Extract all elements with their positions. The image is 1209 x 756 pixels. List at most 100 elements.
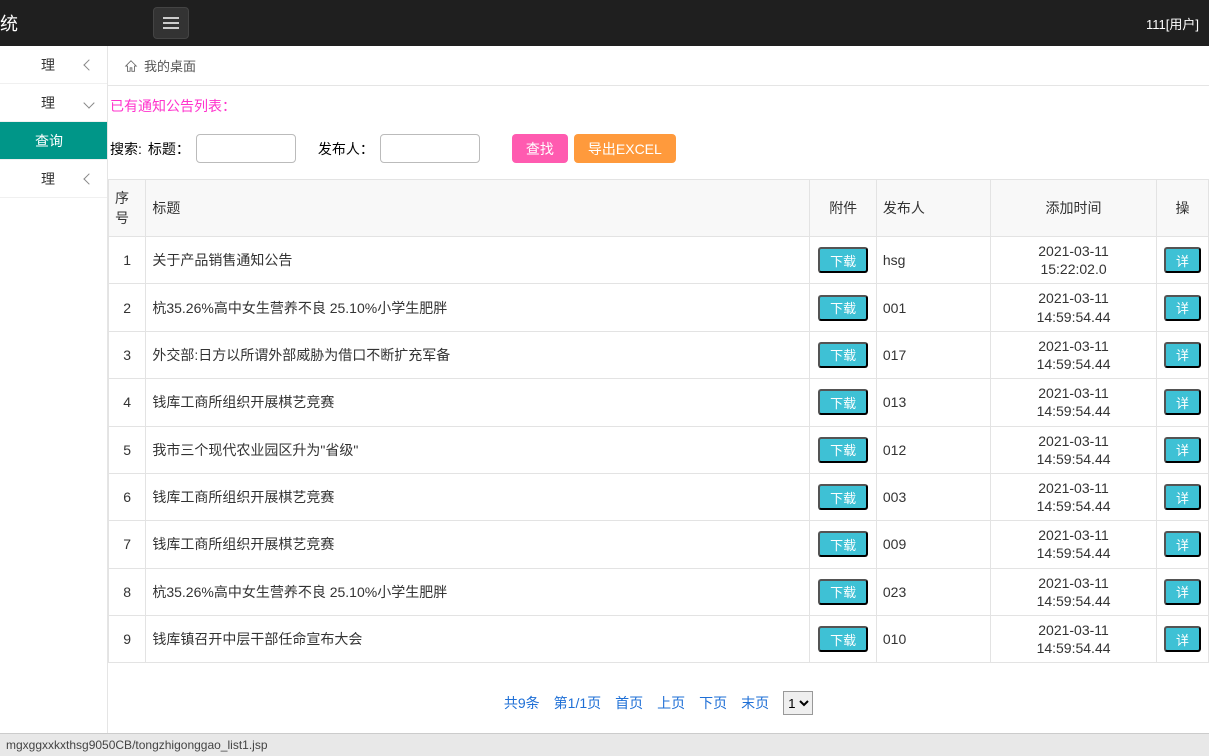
home-icon	[124, 59, 138, 73]
cell-time: 2021-03-1114:59:54.44	[991, 426, 1157, 473]
cell-attach: 下载	[810, 616, 876, 663]
search-button[interactable]: 查找	[512, 134, 568, 163]
cell-title: 钱库工商所组织开展棋艺竞赛	[146, 379, 810, 426]
pager-first[interactable]: 首页	[615, 693, 643, 713]
cell-attach: 下载	[810, 426, 876, 473]
detail-button[interactable]: 详	[1164, 247, 1201, 273]
table-row: 7钱库工商所组织开展棋艺竞赛下载0092021-03-1114:59:54.44…	[109, 521, 1209, 568]
detail-button[interactable]: 详	[1164, 626, 1201, 652]
cell-attach: 下载	[810, 568, 876, 615]
cell-title: 关于产品销售通知公告	[146, 237, 810, 284]
table-row: 2杭35.26%高中女生营养不良 25.10%小学生肥胖下载 0012021-03…	[109, 284, 1209, 331]
sidebar-item-1[interactable]: 理	[0, 84, 107, 122]
pager-prev[interactable]: 上页	[657, 693, 685, 713]
search-row: 搜索: 标题： 发布人： 查找 导出EXCEL	[108, 128, 1209, 179]
detail-button[interactable]: 详	[1164, 342, 1201, 368]
data-table: 序号 标题 附件 发布人 添加时间 操 1关于产品销售通知公告下载hsg2021…	[108, 179, 1209, 663]
sidebar-item-label: 理	[0, 93, 85, 113]
download-button[interactable]: 下载	[818, 531, 868, 557]
cell-title: 杭35.26%高中女生营养不良 25.10%小学生肥胖	[146, 284, 810, 331]
cell-time: 2021-03-1114:59:54.44	[991, 331, 1157, 378]
sidebar-item-0[interactable]: 理	[0, 46, 107, 84]
th-time: 添加时间	[991, 180, 1157, 237]
cell-idx: 8	[109, 568, 146, 615]
cell-title: 钱库工商所组织开展棋艺竞赛	[146, 521, 810, 568]
table-row: 1关于产品销售通知公告下载hsg2021-03-1115:22:02.0详	[109, 237, 1209, 284]
download-button[interactable]: 下载	[818, 247, 868, 273]
cell-op: 详	[1157, 331, 1209, 378]
chevron-down-icon	[83, 97, 94, 108]
download-button[interactable]: 下载	[818, 626, 868, 652]
cell-attach: 下载	[810, 237, 876, 284]
cell-time: 2021-03-1114:59:54.44	[991, 521, 1157, 568]
pager-next[interactable]: 下页	[699, 693, 727, 713]
th-op: 操	[1157, 180, 1209, 237]
sidebar-item-label: 查询	[0, 131, 93, 151]
cell-op: 详	[1157, 284, 1209, 331]
cell-publisher: 003	[876, 473, 990, 520]
cell-time: 2021-03-1114:59:54.44	[991, 284, 1157, 331]
sidebar-item-label: 理	[0, 55, 85, 75]
pager-last[interactable]: 末页	[741, 693, 769, 713]
cell-time: 2021-03-1114:59:54.44	[991, 568, 1157, 615]
detail-button[interactable]: 详	[1164, 437, 1201, 463]
cell-time: 2021-03-1114:59:54.44	[991, 379, 1157, 426]
cell-publisher: 013	[876, 379, 990, 426]
cell-time: 2021-03-1114:59:54.44	[991, 473, 1157, 520]
detail-button[interactable]: 详	[1164, 389, 1201, 415]
sidebar-item-label: 理	[0, 169, 85, 189]
cell-publisher: 023	[876, 568, 990, 615]
menu-toggle-button[interactable]	[153, 7, 189, 39]
cell-op: 详	[1157, 379, 1209, 426]
table-row: 8杭35.26%高中女生营养不良 25.10%小学生肥胖下载 0232021-03…	[109, 568, 1209, 615]
cell-idx: 2	[109, 284, 146, 331]
detail-button[interactable]: 详	[1164, 579, 1201, 605]
app-title: 统	[0, 10, 18, 36]
sidebar: 理理查询理	[0, 46, 108, 756]
cell-attach: 下载	[810, 331, 876, 378]
cell-title: 钱库工商所组织开展棋艺竞赛	[146, 473, 810, 520]
status-bar: mgxggxxkxthsg9050CB/tongzhigonggao_list1…	[0, 733, 1209, 756]
download-button[interactable]: 下载	[818, 579, 868, 605]
cell-title: 钱库镇召开中层干部任命宣布大会	[146, 616, 810, 663]
download-button[interactable]: 下载	[818, 295, 868, 321]
detail-button[interactable]: 详	[1164, 531, 1201, 557]
publisher-input[interactable]	[380, 134, 480, 163]
title-input[interactable]	[196, 134, 296, 163]
th-idx: 序号	[109, 180, 146, 237]
cell-title: 杭35.26%高中女生营养不良 25.10%小学生肥胖	[146, 568, 810, 615]
cell-time: 2021-03-1114:59:54.44	[991, 616, 1157, 663]
cell-publisher: 010	[876, 616, 990, 663]
pager: 共9条 第1/1页 首页 上页 下页 末页 1	[108, 663, 1209, 715]
cell-publisher: 009	[876, 521, 990, 568]
download-button[interactable]: 下载	[818, 342, 868, 368]
cell-idx: 6	[109, 473, 146, 520]
sidebar-item-3[interactable]: 理	[0, 160, 107, 198]
sidebar-item-2[interactable]: 查询	[0, 122, 107, 160]
search-label: 搜索:	[110, 139, 142, 159]
chevron-left-icon	[83, 59, 94, 70]
download-button[interactable]: 下载	[818, 437, 868, 463]
publisher-label: 发布人：	[318, 139, 374, 159]
cell-idx: 4	[109, 379, 146, 426]
chevron-left-icon	[83, 173, 94, 184]
table-row: 6钱库工商所组织开展棋艺竞赛下载 0032021-03-1114:59:54.44…	[109, 473, 1209, 520]
user-info[interactable]: 111[用户]	[1146, 14, 1199, 33]
cell-attach: 下载	[810, 379, 876, 426]
download-button[interactable]: 下载	[818, 484, 868, 510]
detail-button[interactable]: 详	[1164, 295, 1201, 321]
cell-publisher: 001	[876, 284, 990, 331]
cell-op: 详	[1157, 616, 1209, 663]
cell-publisher: hsg	[876, 237, 990, 284]
tab-home[interactable]: 我的桌面	[144, 56, 196, 75]
cell-title: 我市三个现代农业园区升为"省级"	[146, 426, 810, 473]
title-label: 标题：	[148, 139, 190, 159]
export-excel-button[interactable]: 导出EXCEL	[574, 134, 676, 163]
pager-select[interactable]: 1	[783, 691, 813, 715]
topbar: 统 111[用户]	[0, 0, 1209, 46]
detail-button[interactable]: 详	[1164, 484, 1201, 510]
cell-idx: 9	[109, 616, 146, 663]
download-button[interactable]: 下载	[818, 389, 868, 415]
cell-publisher: 012	[876, 426, 990, 473]
table-row: 3外交部:日方以所谓外部威胁为借口不断扩充军备下载0172021-03-1114…	[109, 331, 1209, 378]
